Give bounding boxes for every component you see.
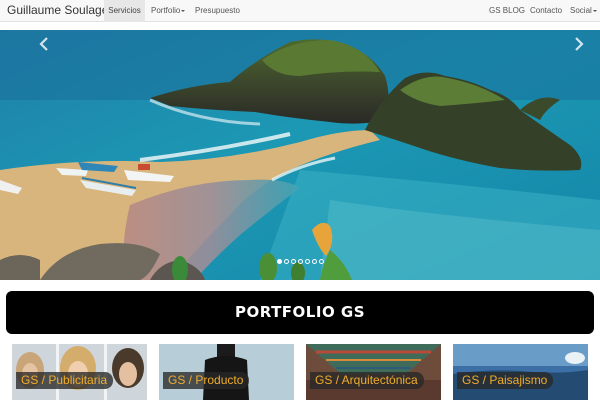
tile-label: GS / Publicitaria	[16, 372, 114, 389]
nav-item-label: Portfolio	[151, 6, 181, 15]
nav-item-label: Servicios	[108, 6, 141, 15]
carousel-indicator-7[interactable]	[319, 259, 324, 264]
carousel-prev-button[interactable]	[37, 36, 51, 52]
hero-carousel[interactable]	[0, 30, 600, 280]
tile-label: GS / Arquitectónica	[310, 372, 424, 389]
portfolio-tile-producto[interactable]: GS / Producto	[159, 344, 294, 400]
tile-label: GS / Producto	[163, 372, 250, 389]
chevron-left-icon	[39, 37, 48, 51]
nav-item-portfolio[interactable]: Portfolio	[151, 0, 186, 22]
nav-item-contacto[interactable]: Contacto	[530, 0, 562, 22]
carousel-indicator-1[interactable]	[277, 259, 282, 264]
nav-item-label: Contacto	[530, 6, 563, 15]
nav-item-label: Social	[570, 6, 592, 15]
caret-down-icon	[592, 9, 597, 12]
coastal-landscape-photo	[0, 30, 600, 280]
nav-item-label: GS BLOG	[489, 6, 526, 15]
nav-item-servicios[interactable]: Servicios	[104, 0, 145, 22]
carousel-indicator-4[interactable]	[298, 259, 303, 264]
portfolio-tile-paisajismo[interactable]: GS / Paisajismo	[453, 344, 588, 400]
nav-item-social[interactable]: Social	[570, 0, 597, 22]
nav-item-presupuesto[interactable]: Presupuesto	[195, 0, 240, 22]
nav-item-gs-blog[interactable]: GS BLOG	[489, 0, 525, 22]
top-navbar: Guillaume Soulages Servicios Portfolio P…	[0, 0, 600, 22]
tile-label: GS / Paisajismo	[457, 372, 554, 389]
carousel-next-button[interactable]	[572, 36, 586, 52]
carousel-indicator-6[interactable]	[312, 259, 317, 264]
carousel-indicator-2[interactable]	[284, 259, 289, 264]
chevron-right-icon	[575, 37, 584, 51]
carousel-indicators	[277, 259, 324, 265]
caret-down-icon	[181, 9, 186, 12]
portfolio-title: PORTFOLIO GS	[234, 303, 366, 321]
carousel-indicator-5[interactable]	[305, 259, 310, 264]
brand-link[interactable]: Guillaume Soulages	[7, 3, 114, 17]
carousel-indicator-3[interactable]	[291, 259, 296, 264]
portfolio-tile-publicitaria[interactable]: GS / Publicitaria	[12, 344, 147, 400]
portfolio-tile-arquitectonica[interactable]: GS / Arquitectónica	[306, 344, 441, 400]
nav-item-label: Presupuesto	[195, 6, 240, 15]
portfolio-banner: PORTFOLIO GS	[6, 291, 594, 334]
